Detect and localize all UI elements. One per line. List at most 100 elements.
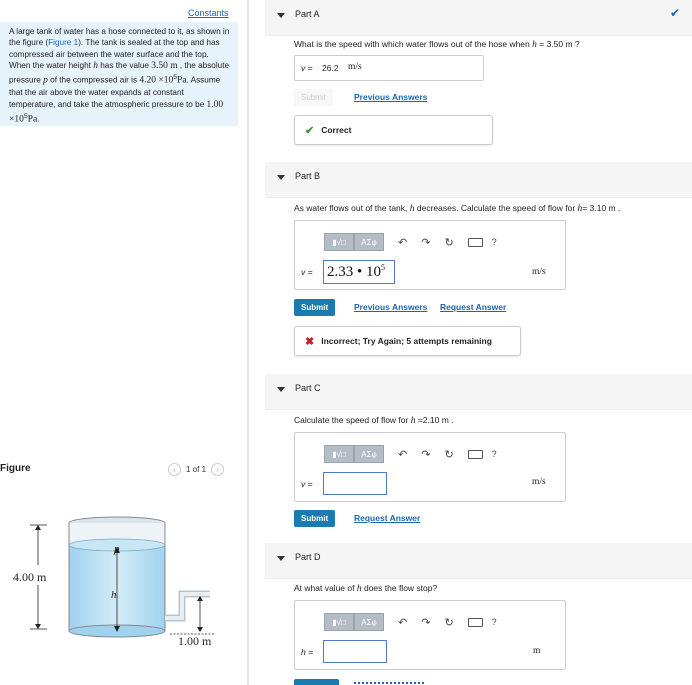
atm-unit: Pa	[27, 114, 38, 125]
answer-var: v =	[301, 63, 313, 73]
answer-unit: m	[533, 646, 541, 656]
h-label: h	[111, 589, 117, 601]
problem-text: .	[37, 114, 40, 124]
question-text: At what value of	[294, 583, 355, 593]
answer-unit: m/s	[348, 62, 362, 72]
x-icon: ✖	[305, 335, 315, 348]
part-a-question: What is the speed with which water flows…	[294, 39, 580, 50]
part-d-question: At what value of h does the flow stop?	[294, 583, 437, 594]
help-icon[interactable]: ?	[492, 449, 497, 459]
part-c-header[interactable]: Part C	[265, 374, 692, 410]
submit-button-disabled[interactable]: Submit	[294, 89, 333, 106]
keyboard-icon[interactable]	[467, 617, 483, 627]
previous-answers-link[interactable]: Previous Answers	[354, 302, 427, 312]
part-b-question: As water flows out of the tank, h decrea…	[294, 203, 620, 214]
figure-link[interactable]: Figure 1	[48, 38, 78, 47]
answer-var: v =	[301, 267, 313, 277]
math-toolbar: ▮√□ ΑΣφ ↶ ↷ ↻ ?	[324, 445, 497, 463]
answer-var: v =	[301, 479, 313, 489]
submit-button[interactable]: Submit	[294, 510, 336, 527]
incorrect-feedback: ✖ Incorrect; Try Again; 5 attempts remai…	[294, 326, 521, 356]
template-icon[interactable]: ▮√□	[324, 233, 354, 251]
question-eq: = 3.10 m .	[582, 203, 621, 213]
question-eq: = 3.50 m ?	[536, 39, 580, 49]
greek-icon[interactable]: ΑΣφ	[354, 613, 384, 631]
submit-button[interactable]: Submit	[294, 299, 336, 316]
part-d-answer-input[interactable]	[323, 640, 387, 663]
height-label: 4.00 m	[13, 570, 47, 584]
greek-icon[interactable]: ΑΣφ	[354, 233, 384, 251]
tank-figure: 4.00 m 1.00 m p h	[13, 516, 215, 648]
math-toolbar: ▮√□ ΑΣφ ↶ ↷ ↻ ?	[324, 233, 497, 251]
outlet-label: 1.00 m	[178, 634, 212, 648]
question-text: Calculate the speed of flow for	[294, 415, 409, 425]
part-d-title: Part D	[295, 552, 321, 562]
collapse-arrow-icon[interactable]	[277, 387, 285, 392]
redo-icon[interactable]: ↷	[421, 616, 430, 629]
prev-figure-icon[interactable]: ‹	[168, 463, 181, 476]
collapse-arrow-icon[interactable]	[277, 175, 285, 180]
question-text: As water flows out of the tank,	[294, 203, 408, 213]
question-text: What is the speed with which water flows…	[294, 39, 530, 49]
undo-icon[interactable]: ↶	[398, 616, 407, 629]
request-answer-link[interactable]: Request Answer	[440, 302, 506, 312]
checkmark-icon: ✔	[669, 6, 680, 20]
previous-answers-link[interactable]: Previous Answers	[354, 92, 427, 102]
keyboard-icon[interactable]	[467, 237, 483, 247]
help-icon[interactable]: ?	[492, 237, 497, 247]
next-figure-icon[interactable]: ›	[211, 463, 225, 476]
answer-unit: m/s	[532, 267, 546, 277]
answer-value: 26.2	[322, 63, 339, 73]
part-b-header[interactable]: Part B	[265, 162, 692, 198]
template-icon[interactable]: ▮√□	[324, 445, 354, 463]
redo-icon[interactable]: ↷	[421, 448, 430, 461]
reset-icon[interactable]: ↻	[444, 448, 453, 461]
hose	[165, 590, 210, 622]
answer-unit: m/s	[532, 477, 546, 487]
keyboard-icon[interactable]	[467, 449, 483, 459]
math-toolbar: ▮√□ ΑΣφ ↶ ↷ ↻ ?	[324, 613, 497, 631]
reset-icon[interactable]: ↻	[444, 616, 453, 629]
undo-icon[interactable]: ↶	[398, 448, 407, 461]
answer-mantissa: 2.33 • 10	[327, 264, 382, 280]
part-c-question: Calculate the speed of flow for h =2.10 …	[294, 415, 454, 426]
submit-button-partial[interactable]	[294, 679, 339, 685]
redo-icon[interactable]: ↷	[421, 236, 430, 249]
check-icon: ✔	[305, 124, 315, 137]
question-text: does the flow stop?	[361, 583, 438, 593]
part-d-header[interactable]: Part D	[265, 543, 692, 579]
feedback-text: Incorrect; Try Again; 5 attempts remaini…	[321, 336, 492, 346]
question-eq: =2.10 m .	[415, 415, 454, 425]
answer-var: h =	[301, 647, 314, 657]
figure-pager: ‹ 1 of 1 ›	[168, 463, 225, 476]
part-a-header[interactable]: Part A ✔	[265, 0, 692, 36]
question-text: decreases. Calculate the speed of flow f…	[414, 203, 576, 213]
correct-feedback: ✔ Correct	[294, 115, 493, 145]
feedback-text: Correct	[321, 125, 352, 135]
help-icon[interactable]: ?	[492, 617, 497, 627]
part-c-answer-input[interactable]	[323, 472, 387, 495]
p-label: p	[113, 543, 120, 555]
part-b-answer-input[interactable]: 2.33 • 105	[323, 260, 395, 284]
greek-icon[interactable]: ΑΣφ	[354, 445, 384, 463]
problem-panel: Constants A large tank of water has a ho…	[0, 0, 247, 685]
part-b-title: Part B	[295, 171, 321, 181]
constants-link[interactable]: Constants	[188, 8, 229, 18]
pager-text: 1 of 1	[186, 465, 207, 474]
part-a-answer-box: v = 26.2 m/s	[294, 55, 484, 81]
part-c-answer-box: ▮√□ ΑΣφ ↶ ↷ ↻ ? v = m/s	[294, 432, 566, 502]
problem-statement: A large tank of water has a hose connect…	[0, 22, 238, 126]
template-icon[interactable]: ▮√□	[324, 613, 354, 631]
collapse-arrow-icon[interactable]	[277, 556, 285, 561]
undo-icon[interactable]: ↶	[398, 236, 407, 249]
reset-icon[interactable]: ↻	[444, 236, 453, 249]
part-a-title: Part A	[295, 9, 320, 19]
part-c-title: Part C	[295, 383, 321, 393]
height-value: 3.50 m	[151, 60, 178, 71]
problem-text: has the value	[97, 60, 152, 70]
answer-exp: 5	[381, 263, 386, 272]
request-answer-link[interactable]: Request Answer	[354, 513, 420, 523]
collapse-arrow-icon[interactable]	[277, 13, 285, 18]
pressure-value: 4.20 ×10	[139, 75, 174, 86]
panel-divider	[247, 0, 249, 685]
